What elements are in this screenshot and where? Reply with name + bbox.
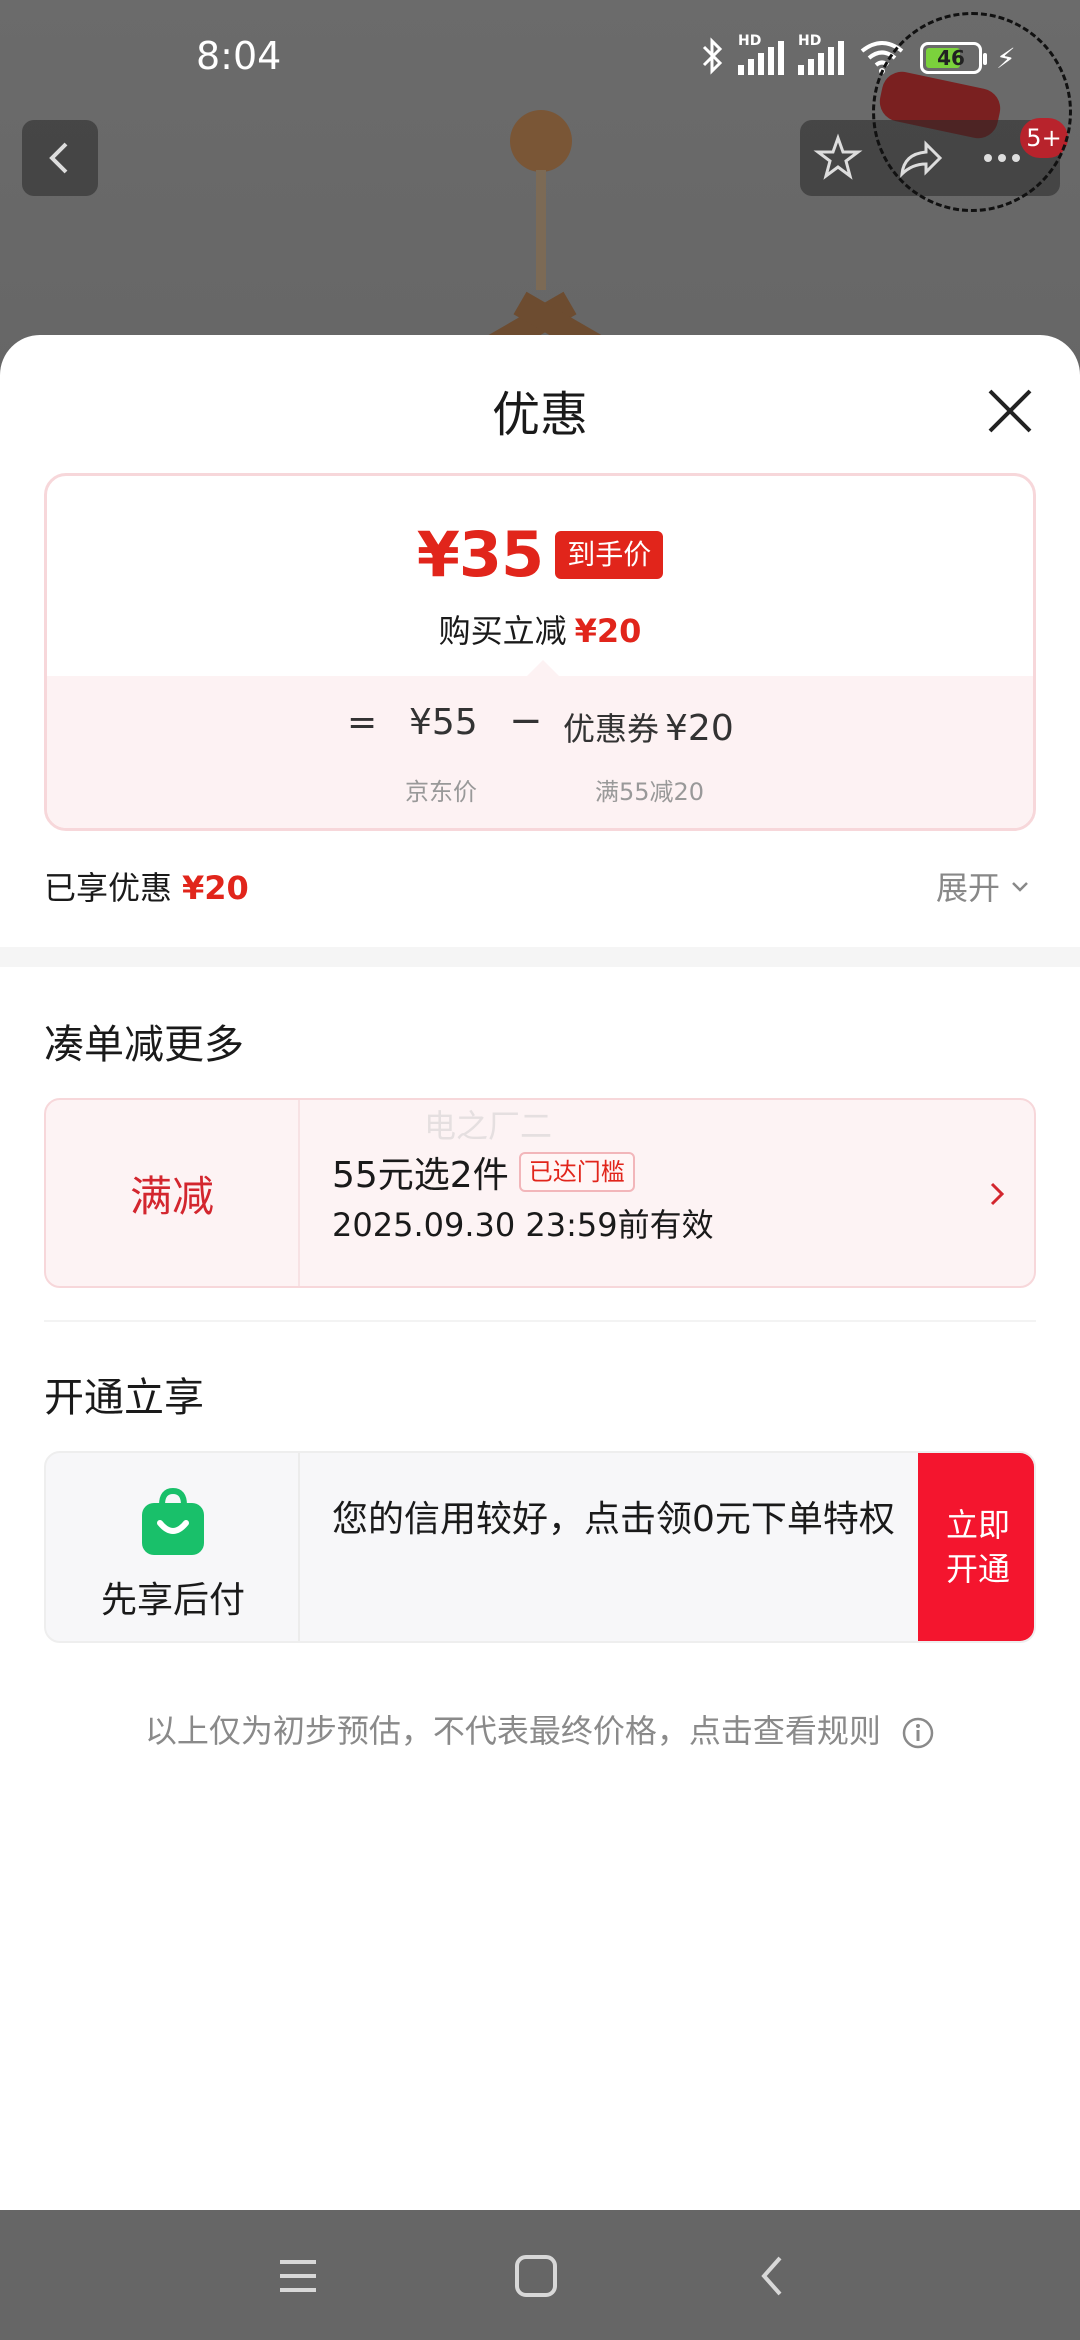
home-icon: [515, 2255, 557, 2297]
rules-footnote[interactable]: 以上仅为初步预估，不代表最终价格，点击查看规则: [0, 1706, 1080, 1752]
pay-later-card: 先享后付 您的信用较好，点击领0元下单特权 立即开通: [44, 1451, 1036, 1643]
footnote-text: 以上仅为初步预估，不代表最终价格，点击查看规则: [144, 1712, 881, 1750]
jd-price-caption: 京东价: [405, 778, 477, 806]
coupon-caption: 满55减20: [595, 778, 705, 806]
pay-later-description: 您的信用较好，点击领0元下单特权: [332, 1499, 895, 1540]
reduce-amount: ¥20: [574, 612, 642, 650]
product-rope: [536, 170, 546, 290]
signal-icon-1: HD: [738, 33, 784, 75]
equals-sign: =: [347, 702, 378, 743]
expand-button[interactable]: 展开: [936, 863, 1032, 909]
coupon-label: 优惠券: [563, 710, 660, 748]
price-formula: = ¥55 − 优惠券 ¥20 京东价 满55减20: [47, 660, 1033, 828]
favorite-button[interactable]: [800, 120, 876, 196]
discount-sheet: 优惠 ¥35 到手价 购买立减 ¥20 = ¥55 − 优惠券 ¥20 京东价 …: [0, 335, 1080, 2210]
menu-button[interactable]: [270, 2248, 326, 2304]
promo-type: 满减: [46, 1100, 300, 1286]
sheet-title: 优惠: [491, 387, 588, 443]
touch-indicator: [872, 12, 1072, 212]
watermark: 电之厂二: [424, 1107, 553, 1145]
price-breakdown-card: ¥35 到手价 购买立减 ¥20 = ¥55 − 优惠券 ¥20 京东价 满55减2…: [44, 473, 1036, 831]
reduce-label: 购买立减: [438, 612, 567, 650]
system-nav-bar: [0, 2210, 1080, 2340]
close-icon: [988, 389, 1032, 433]
chevron-down-icon: [1012, 882, 1028, 892]
back-button[interactable]: [22, 120, 98, 196]
open-section-title: 开通立享: [44, 1375, 204, 1421]
promo-validity: 2025.09.30 23:59前有效: [332, 1206, 714, 1244]
final-price-row: ¥35 到手价: [47, 518, 1033, 591]
product-knob: [510, 110, 572, 172]
menu-icon: [280, 2260, 316, 2292]
activate-button[interactable]: 立即开通: [918, 1453, 1034, 1641]
activate-button-label: 立即开通: [945, 1506, 1010, 1588]
enjoyed-discount-row: 已享优惠 ¥20: [44, 863, 249, 909]
final-price-tag: 到手价: [555, 530, 664, 579]
coupon-amount: ¥20: [665, 708, 734, 749]
info-icon: [902, 1717, 934, 1749]
enjoyed-amount: ¥20: [182, 869, 249, 907]
back-icon: [49, 142, 68, 174]
star-icon: [813, 133, 863, 180]
system-back-button[interactable]: [746, 2248, 802, 2304]
network-label-2: HD: [798, 33, 822, 49]
back-nav-icon: [761, 2256, 782, 2296]
thin-divider: [44, 1320, 1036, 1322]
status-time: 8:04: [196, 34, 282, 78]
minus-sign: −: [509, 698, 543, 744]
bluetooth-icon: [700, 37, 724, 79]
pay-later-service: 先享后付: [46, 1453, 300, 1641]
promo-status-badge: 已达门槛: [518, 1152, 635, 1192]
instant-reduce-row: 购买立减 ¥20: [47, 606, 1033, 652]
pay-later-name: 先享后付: [100, 1580, 245, 1621]
shopping-bag-icon: [140, 1487, 206, 1557]
close-button[interactable]: [980, 381, 1040, 441]
jd-price: ¥55: [409, 702, 478, 743]
home-button[interactable]: [508, 2248, 564, 2304]
chevron-right-icon: [986, 1176, 1010, 1221]
enjoyed-label: 已享优惠: [44, 869, 173, 907]
app-screen: 8:04 HD HD 46 ⚡ 5+ 优惠 ¥35 到手价 购买立减 ¥20 =…: [0, 0, 1080, 2340]
final-price: ¥35: [416, 518, 544, 591]
final-price-area: ¥35 到手价 购买立减 ¥20: [47, 476, 1033, 676]
coupon-discount: 优惠券 ¥20: [563, 704, 734, 750]
section-divider: [0, 947, 1080, 967]
combo-section-title: 凑单减更多: [44, 1022, 244, 1068]
promo-title-row: 55元选2件 已达门槛: [332, 1146, 635, 1198]
network-label-1: HD: [738, 33, 762, 49]
signal-icon-2: HD: [798, 33, 844, 75]
promo-title: 55元选2件: [332, 1155, 509, 1196]
expand-label: 展开: [936, 869, 1001, 907]
